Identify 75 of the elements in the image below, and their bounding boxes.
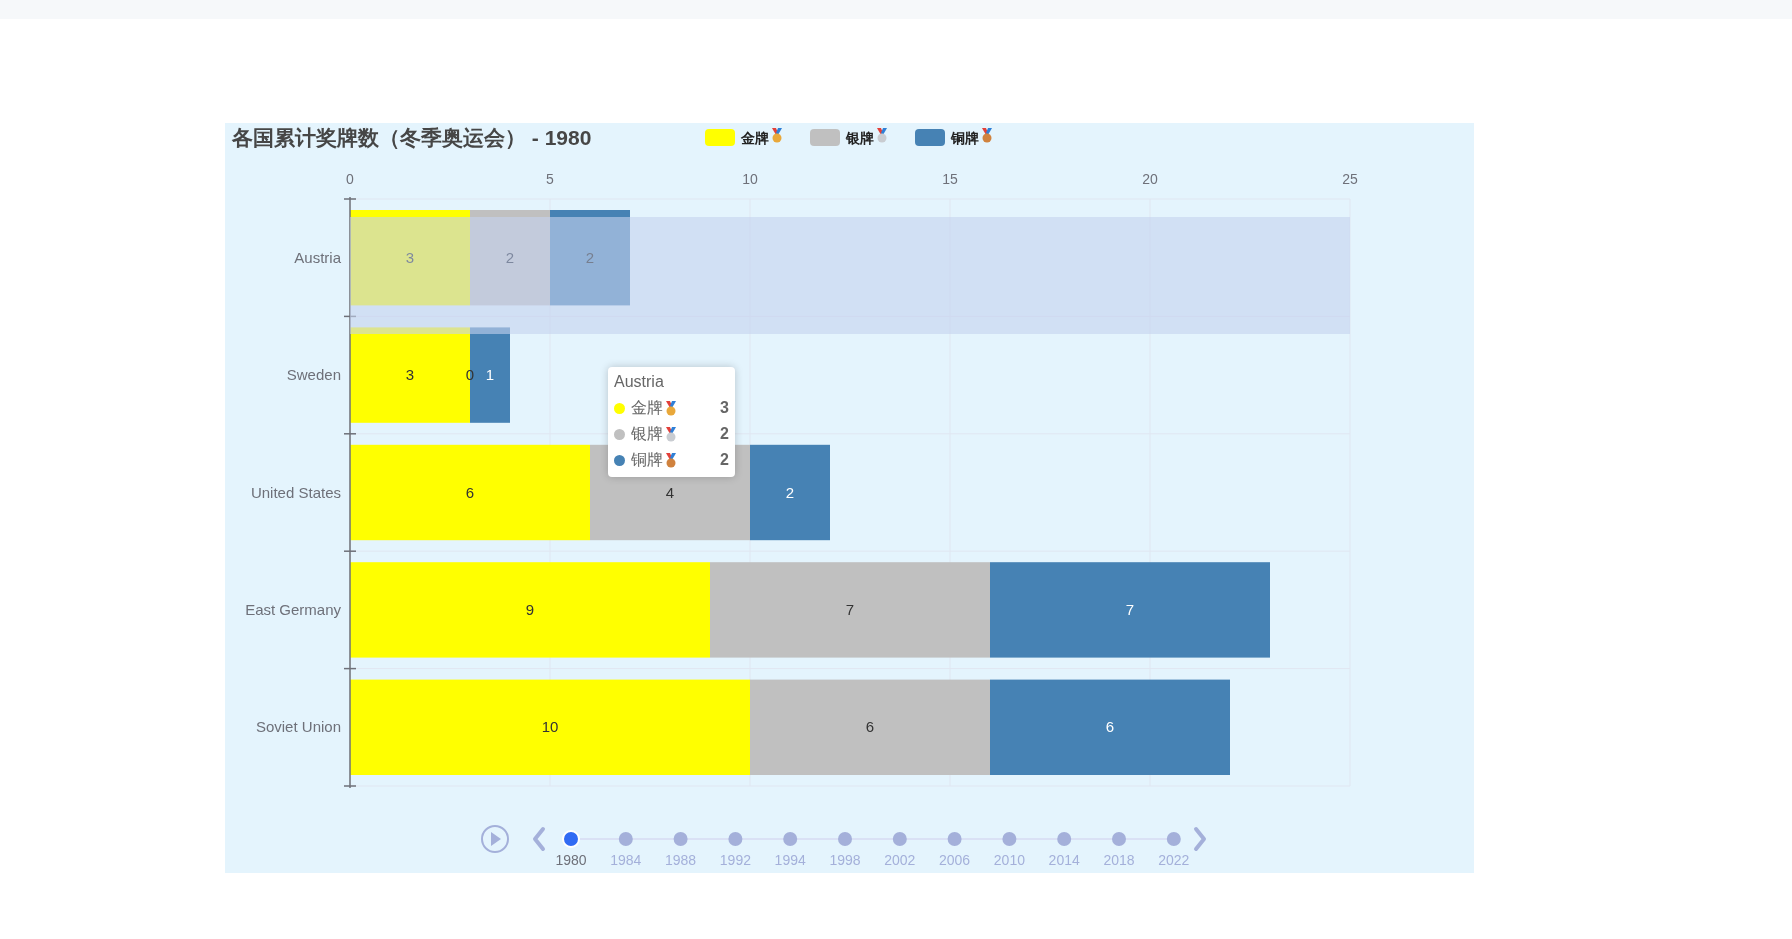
category-label: Austria <box>294 248 341 266</box>
timeline-year-label[interactable]: 1998 <box>829 852 861 868</box>
timeline-dot[interactable] <box>947 832 962 846</box>
timeline-year-label[interactable]: 2018 <box>1103 852 1135 868</box>
legend-label[interactable]: 银牌 <box>846 130 874 146</box>
medal-icon <box>666 452 676 467</box>
legend-swatch[interactable] <box>810 129 840 146</box>
chart-title: 各国累计奖牌数（冬季奥运会） - 1980 <box>232 126 592 149</box>
timeline-year-label[interactable]: 1980 <box>555 852 587 868</box>
axis-tick-label: 20 <box>1142 171 1158 187</box>
timeline-year-label[interactable]: 1992 <box>719 852 751 868</box>
bar-value-label: 10 <box>541 718 559 736</box>
timeline-dot[interactable] <box>1002 832 1017 846</box>
axis-tick-label: 15 <box>942 171 958 187</box>
category-label: Sweden <box>286 366 341 384</box>
legend-label[interactable]: 金牌 <box>741 130 769 146</box>
bar-value-label: 1 <box>485 366 495 384</box>
timeline-dot[interactable] <box>838 832 852 846</box>
timeline-dot[interactable] <box>728 832 743 846</box>
medal-icon <box>666 400 676 415</box>
bar[interactable] <box>990 562 1270 658</box>
bar-value-label: 6 <box>1105 718 1115 736</box>
bar[interactable] <box>550 210 630 306</box>
axis-tick-label: 25 <box>1342 171 1358 187</box>
legend-swatch[interactable] <box>705 129 735 146</box>
bar-value-label: 0 <box>465 366 475 384</box>
timeline-year-label[interactable]: 2022 <box>1158 852 1190 868</box>
timeline-year-label[interactable]: 1988 <box>665 852 697 868</box>
bar[interactable] <box>350 210 470 306</box>
timeline-year-label[interactable]: 2002 <box>884 852 916 868</box>
axis-tick-label: 5 <box>546 171 554 187</box>
timeline-dot[interactable] <box>1057 832 1072 846</box>
tooltip-value: 3 <box>720 398 729 418</box>
category-label: Soviet Union <box>255 718 341 736</box>
timeline-dot[interactable] <box>1166 832 1181 846</box>
timeline-dot[interactable] <box>783 832 798 846</box>
bar-value-label: 2 <box>505 248 515 266</box>
timeline-dot[interactable] <box>562 830 580 848</box>
bar-value-label: 4 <box>665 483 675 501</box>
tooltip-label: 铜牌 <box>631 450 663 470</box>
bar-value-label: 2 <box>785 483 795 501</box>
tooltip-value: 2 <box>720 450 729 470</box>
timeline-dot[interactable] <box>618 832 633 846</box>
bar-value-label: 3 <box>405 366 415 384</box>
play-button[interactable] <box>481 825 509 853</box>
timeline-year-label[interactable]: 2010 <box>993 852 1025 868</box>
timeline-year-label[interactable]: 1984 <box>610 852 642 868</box>
bar-value-label: 6 <box>865 718 875 736</box>
timeline-dot[interactable] <box>892 832 907 846</box>
medal-icon <box>772 128 782 143</box>
category-label: United States <box>250 483 341 501</box>
timeline-dot[interactable] <box>1112 832 1126 846</box>
bar-value-label: 2 <box>585 248 595 266</box>
bar-value-label: 6 <box>465 483 475 501</box>
axis-tick-label: 10 <box>742 171 758 187</box>
bar-value-label: 9 <box>525 600 535 618</box>
category-label: East Germany <box>245 600 341 618</box>
tooltip-label: 金牌 <box>631 398 663 418</box>
legend-label[interactable]: 铜牌 <box>951 130 979 146</box>
legend-swatch[interactable] <box>915 129 945 146</box>
tooltip-label: 银牌 <box>631 424 663 444</box>
medal-icon <box>877 128 887 143</box>
timeline-year-label[interactable]: 1994 <box>774 852 806 868</box>
bar-value-label: 7 <box>1125 600 1135 618</box>
timeline-dot[interactable] <box>673 832 688 846</box>
bar-value-label: 3 <box>405 248 415 266</box>
tooltip-title: Austria <box>614 372 665 392</box>
medal-icon <box>982 128 992 143</box>
timeline-year-label[interactable]: 2014 <box>1048 852 1080 868</box>
bar-value-label: 7 <box>845 600 855 618</box>
bar[interactable] <box>750 444 830 541</box>
tooltip-value: 2 <box>720 424 729 444</box>
axis-tick-label: 0 <box>346 171 354 187</box>
medal-icon <box>666 426 676 441</box>
timeline-year-label[interactable]: 2006 <box>939 852 971 868</box>
